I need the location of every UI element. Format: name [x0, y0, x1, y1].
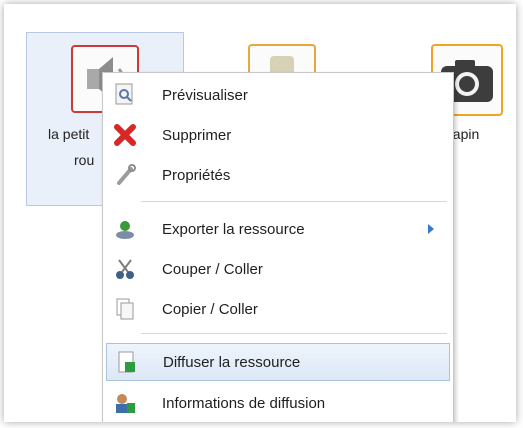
diffusion-info-icon: [110, 388, 140, 418]
menu-item-couper-coller[interactable]: Couper / Coller: [106, 251, 448, 287]
magnifier-icon: [110, 80, 140, 110]
menu-item-diffuser[interactable]: Diffuser la ressource: [106, 343, 450, 381]
file-label-line2: rou: [74, 152, 95, 168]
menu-item-proprietes[interactable]: Propriétés: [106, 157, 448, 193]
menu-item-label: Diffuser la ressource: [163, 353, 301, 371]
menu-item-informations-diffusion[interactable]: Informations de diffusion: [106, 385, 448, 421]
delete-x-icon: [110, 120, 140, 150]
menu-item-label: Couper / Coller: [162, 260, 263, 278]
menu-item-previsualiser[interactable]: Prévisualiser: [106, 77, 448, 113]
menu-item-copier-coller[interactable]: Copier / Coller: [106, 291, 448, 327]
wrench-icon: [110, 160, 140, 190]
file-browser: la petit rou Lapin Prévisualiser Supprim…: [4, 4, 516, 422]
menu-item-label: Prévisualiser: [162, 86, 248, 104]
scissors-icon: [110, 254, 140, 284]
menu-item-label: Exporter la ressource: [162, 220, 305, 238]
menu-separator: [141, 333, 447, 334]
menu-separator: [141, 201, 447, 202]
submenu-arrow-icon: [428, 224, 434, 234]
menu-item-label: Propriétés: [162, 166, 231, 184]
file-label-line1: la petit: [48, 126, 90, 142]
menu-item-supprimer[interactable]: Supprimer: [106, 117, 448, 153]
menu-item-label: Copier / Coller: [162, 300, 258, 318]
menu-item-label: Supprimer: [162, 126, 232, 144]
copy-icon: [110, 294, 140, 324]
menu-item-label: Informations de diffusion: [162, 394, 326, 412]
menu-item-exporter[interactable]: Exporter la ressource: [106, 211, 448, 247]
context-menu: Prévisualiser Supprimer Propriétés Expor…: [102, 72, 454, 422]
export-icon: [110, 214, 140, 244]
diffuse-icon: [111, 347, 141, 377]
